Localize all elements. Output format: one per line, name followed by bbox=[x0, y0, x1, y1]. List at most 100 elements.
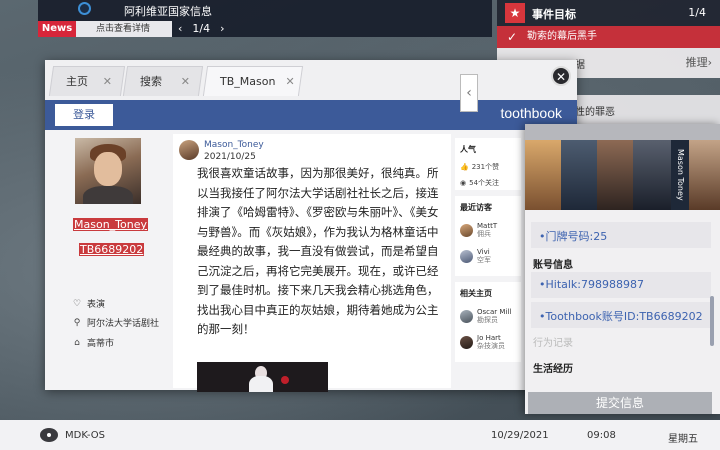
visitor-item[interactable]: Vivi 空军 bbox=[460, 248, 491, 264]
infer-link[interactable]: 推理› bbox=[686, 54, 712, 70]
app-brand: toothbook bbox=[500, 105, 563, 121]
info-text: 阿尔法大学话剧社 bbox=[87, 319, 160, 329]
visitor-role: 佣兵 bbox=[477, 230, 491, 238]
close-icon[interactable]: ✕ bbox=[285, 75, 294, 88]
rss-icon: ◉ bbox=[460, 179, 467, 187]
event-item[interactable]: ✓ 勒索的幕后黑手 bbox=[497, 26, 720, 48]
browser-window: 主页 ✕ 搜索 ✕ TB_Mason ✕ ✕ 登录 toothbook Mason_T… bbox=[45, 60, 577, 392]
tab-tb-mason[interactable]: TB_Mason ✕ bbox=[202, 66, 304, 96]
related-name: Oscar Mill bbox=[477, 308, 512, 316]
post-body: 我很喜欢童话故事，因为那很美好，很纯真。所以当我接任了阿尔法大学话剧社社长之后，… bbox=[197, 166, 439, 336]
avatar bbox=[179, 140, 199, 160]
chevron-right-icon[interactable]: › bbox=[220, 21, 224, 37]
globe-icon bbox=[78, 2, 91, 15]
news-page-indicator: 1/4 bbox=[192, 22, 211, 35]
taskbar: MDK-OS 10/29/2021 09:08 星期五 bbox=[0, 420, 720, 450]
avatar bbox=[460, 223, 473, 237]
event-item-label: 勒索的幕后黑手 bbox=[527, 31, 597, 42]
profile-name[interactable]: Mason_Toney bbox=[73, 218, 148, 231]
tab-search[interactable]: 搜索 ✕ bbox=[122, 66, 204, 96]
visitor-name: MattT bbox=[477, 222, 498, 230]
tab-home[interactable]: 主页 ✕ bbox=[48, 66, 126, 96]
related-box: 相关主页 Oscar Mill 勘探员 Jo Hart 杂技演员 bbox=[455, 282, 521, 362]
profile-id[interactable]: TB6689202 bbox=[79, 243, 145, 256]
profile-content: Mason_Toney TB6689202 ♡ 表演 ⚲ 阿尔法大学话剧社 ⌂ … bbox=[45, 130, 577, 392]
follows-row: ◉ 54个关注 bbox=[460, 178, 499, 188]
taskbar-date: 10/29/2021 bbox=[491, 430, 549, 441]
info-hobby: ♡ 表演 bbox=[72, 297, 105, 311]
phone-scrollbar[interactable] bbox=[710, 296, 714, 346]
phone-field[interactable]: •门牌号码:25 bbox=[531, 222, 711, 248]
taskbar-day: 星期五 bbox=[668, 434, 698, 445]
info-school: ⚲ 阿尔法大学话剧社 bbox=[72, 316, 160, 330]
thumb-icon: 👍 bbox=[460, 163, 469, 171]
profile-avatar bbox=[75, 138, 141, 204]
phone-body: •门牌号码:25 账号信息 •Hitalk:798988987 •Toothbo… bbox=[525, 210, 720, 414]
taskbar-time: 09:08 bbox=[587, 430, 616, 441]
visitor-role: 空军 bbox=[477, 256, 491, 264]
popularity-title: 人气 bbox=[460, 145, 476, 154]
post-date: 2021/10/25 bbox=[204, 152, 256, 162]
phone-field[interactable]: •Toothbook账号ID:TB6689202 bbox=[531, 302, 711, 328]
tag-icon: ⚲ bbox=[73, 317, 81, 328]
chevron-left-icon[interactable]: ‹ bbox=[178, 21, 182, 37]
phone-name-strip: Mason Toney bbox=[671, 140, 689, 210]
tab-label: 搜索 bbox=[140, 75, 162, 88]
visitor-item[interactable]: MattT 佣兵 bbox=[460, 222, 497, 238]
related-role: 勘探员 bbox=[477, 316, 498, 324]
phone-panel: Mason Toney •门牌号码:25 账号信息 •Hitalk:798988… bbox=[525, 124, 720, 414]
toothbook-value: •Toothbook账号ID:TB6689202 bbox=[539, 310, 703, 323]
news-pager: ‹ 1/4 › bbox=[178, 21, 225, 37]
window-close-button[interactable]: ✕ bbox=[551, 66, 571, 86]
app-header: 登录 toothbook bbox=[45, 100, 577, 130]
event-count: 1/4 bbox=[688, 6, 706, 19]
related-role: 杂技演员 bbox=[477, 342, 505, 350]
info-city: ⌂ 高蒂市 bbox=[72, 336, 114, 350]
check-icon: ✓ bbox=[507, 30, 518, 44]
post-image[interactable] bbox=[197, 362, 328, 392]
hitalk-value: •Hitalk:798988987 bbox=[539, 278, 644, 291]
visitors-title: 最近访客 bbox=[460, 203, 492, 212]
eye-icon[interactable] bbox=[40, 428, 58, 442]
news-detail-link[interactable]: 点击查看详情 bbox=[76, 21, 172, 37]
event-title: 事件目标 bbox=[532, 8, 576, 21]
tab-label: TB_Mason bbox=[220, 74, 276, 88]
record-label: 行为记录 bbox=[533, 338, 573, 349]
close-icon[interactable]: ✕ bbox=[181, 75, 190, 88]
related-name: Jo Hart bbox=[477, 334, 501, 342]
post-username[interactable]: Mason_Toney bbox=[204, 140, 264, 150]
phone-photo: Mason Toney bbox=[525, 140, 720, 210]
avatar bbox=[460, 249, 473, 263]
news-label: News bbox=[38, 21, 76, 37]
star-icon: ★ bbox=[505, 3, 525, 23]
news-title: 阿利维亚国家信息 bbox=[124, 5, 212, 18]
location-icon: ⌂ bbox=[74, 337, 80, 348]
avatar bbox=[460, 309, 473, 323]
door-number: •门牌号码:25 bbox=[539, 230, 608, 243]
tab-label: 主页 bbox=[66, 75, 88, 88]
avatar bbox=[460, 335, 473, 349]
related-item[interactable]: Oscar Mill 勘探员 bbox=[460, 308, 511, 324]
heart-icon: ♡ bbox=[72, 298, 82, 309]
likes-count: 231个赞 bbox=[471, 163, 500, 171]
visitor-name: Vivi bbox=[477, 248, 490, 256]
follows-count: 54个关注 bbox=[469, 179, 500, 187]
event-header: ★ 事件目标 1/4 bbox=[497, 0, 720, 26]
chevron-left-icon[interactable]: ‹ bbox=[460, 74, 478, 112]
profile-column: Mason_Toney TB6689202 ♡ 表演 ⚲ 阿尔法大学话剧社 ⌂ … bbox=[45, 130, 170, 388]
popularity-box: 人气 👍 231个赞 ◉ 54个关注 bbox=[455, 138, 521, 190]
likes-row: 👍 231个赞 bbox=[460, 162, 499, 172]
login-button[interactable]: 登录 bbox=[55, 104, 113, 126]
close-icon[interactable]: ✕ bbox=[103, 75, 112, 88]
os-name: MDK-OS bbox=[65, 430, 105, 441]
event-sub-label: 性的罪恶 bbox=[575, 107, 615, 118]
phone-status-bar bbox=[525, 124, 720, 140]
submit-button[interactable]: 提交信息 bbox=[528, 392, 712, 414]
news-bar[interactable]: 阿利维亚国家信息 News 点击查看详情 ‹ 1/4 › bbox=[38, 0, 492, 37]
post-card: Mason_Toney 2021/10/25 我很喜欢童话故事，因为那很美好，很… bbox=[173, 134, 451, 392]
phone-field[interactable]: •Hitalk:798988987 bbox=[531, 272, 711, 298]
history-label: 生活经历 bbox=[533, 364, 573, 375]
tab-strip: 主页 ✕ 搜索 ✕ TB_Mason ✕ ✕ bbox=[45, 60, 577, 100]
related-item[interactable]: Jo Hart 杂技演员 bbox=[460, 334, 505, 350]
visitors-box: 最近访客 MattT 佣兵 Vivi 空军 bbox=[455, 196, 521, 276]
